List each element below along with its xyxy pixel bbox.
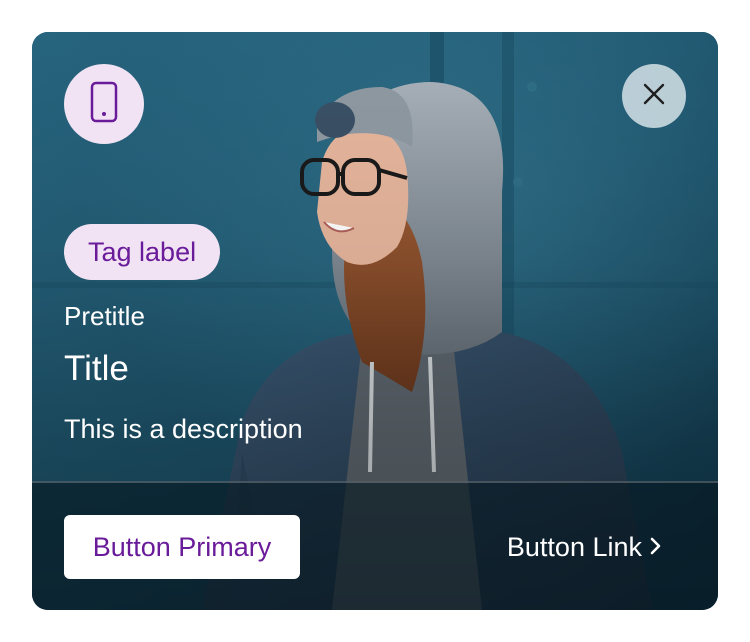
pretitle: Pretitle xyxy=(64,301,145,331)
smartphone-icon xyxy=(89,81,119,128)
link-button[interactable]: Button Link xyxy=(507,515,662,579)
close-icon xyxy=(642,82,666,111)
chevron-right-icon xyxy=(650,532,662,563)
link-button-label: Button Link xyxy=(506,531,642,562)
primary-button[interactable]: Button Primary xyxy=(64,515,300,579)
card-description: This is a description xyxy=(64,414,303,444)
close-button[interactable] xyxy=(622,64,686,128)
device-badge xyxy=(64,64,144,144)
media-card: Tag label Pretitle Title This is a descr… xyxy=(32,32,718,610)
card-title: Title xyxy=(64,349,129,388)
card-footer: Button Primary Button Link xyxy=(32,481,718,610)
tag-label: Tag label xyxy=(64,224,221,280)
